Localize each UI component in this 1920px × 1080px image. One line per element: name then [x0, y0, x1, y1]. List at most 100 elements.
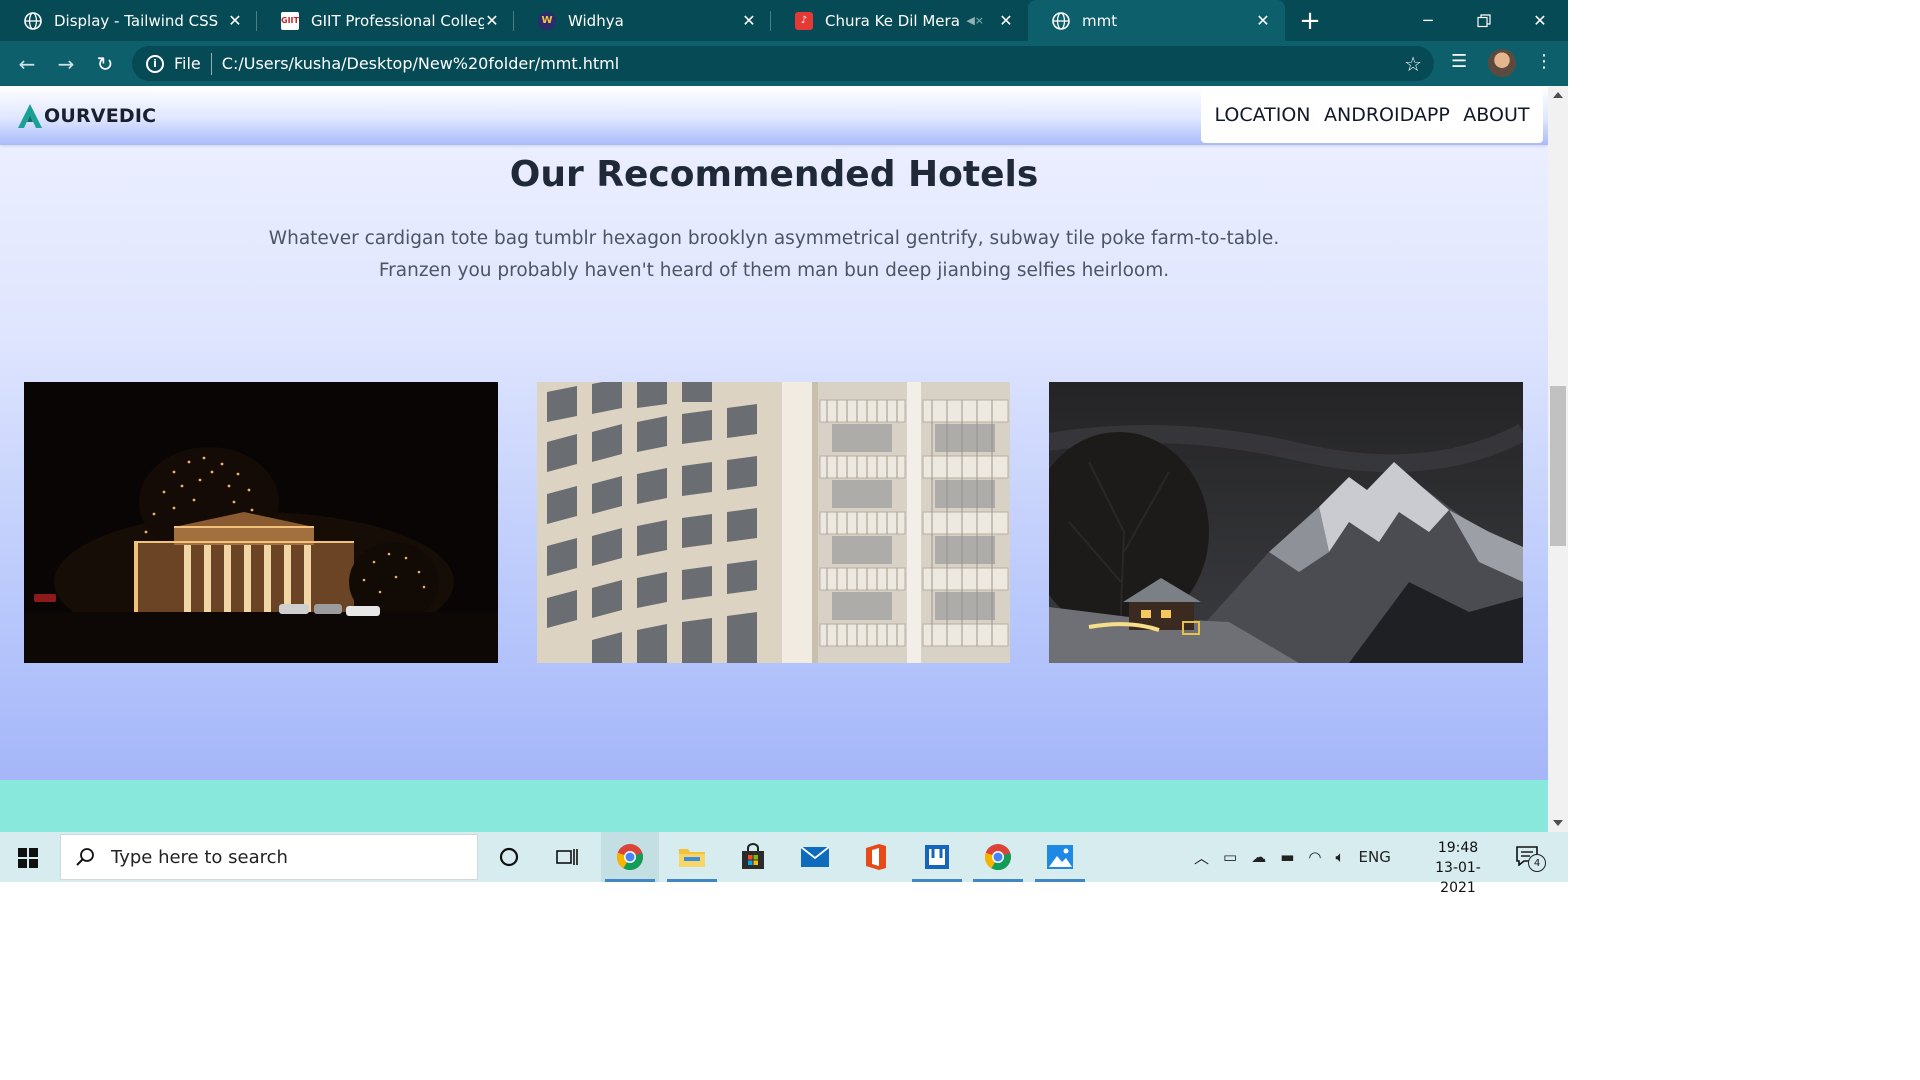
search-icon — [76, 848, 94, 866]
taskbar-app-terminal[interactable] — [908, 832, 966, 882]
reload-icon: ↻ — [96, 52, 114, 76]
description-line: Franzen you probably haven't heard of th… — [378, 260, 1170, 281]
info-icon[interactable]: i — [146, 54, 164, 73]
chevron-up-icon[interactable]: ︿ — [1194, 847, 1209, 868]
photos-icon — [1047, 845, 1073, 869]
task-view-button[interactable] — [538, 832, 596, 882]
brand[interactable]: OURVEDIC — [17, 103, 156, 129]
taskbar-app-photos[interactable] — [1031, 832, 1089, 882]
chrome-icon — [616, 844, 643, 871]
plus-icon: + — [1299, 5, 1321, 36]
taskbar-app-mail[interactable] — [786, 832, 844, 882]
terminal-icon — [925, 845, 949, 869]
speaker-icon[interactable]: 🔈︎ — [1335, 848, 1344, 866]
avatar[interactable] — [1488, 49, 1516, 77]
clock-time: 19:48 — [1437, 840, 1479, 856]
office-icon — [866, 844, 886, 870]
close-icon[interactable]: ✕ — [1255, 11, 1271, 30]
scroll-down-icon[interactable] — [1553, 820, 1563, 826]
close-icon[interactable]: ✕ — [227, 11, 243, 30]
taskbar-app-chrome[interactable] — [601, 832, 659, 882]
forward-button[interactable]: → — [51, 49, 81, 79]
hotel-card[interactable] — [1049, 382, 1523, 663]
taskbar-app-office[interactable] — [847, 832, 905, 882]
browser-tab[interactable]: W Widhya ✕ — [514, 0, 771, 41]
hotel-image-palace — [24, 382, 498, 663]
close-icon[interactable]: ✕ — [741, 11, 757, 30]
close-window-button[interactable]: ✕ — [1512, 0, 1568, 41]
hotel-card[interactable] — [24, 382, 498, 663]
new-tab-button[interactable]: + — [1285, 0, 1335, 41]
reload-button[interactable]: ↻ — [90, 49, 120, 79]
back-button[interactable]: ← — [12, 49, 42, 79]
globe-icon — [1052, 11, 1070, 30]
music-icon: ♪ — [795, 11, 813, 30]
page-viewport: OURVEDIC LOCATION ANDROIDAPP ABOUT Our R… — [0, 86, 1548, 832]
taskbar-app-store[interactable] — [724, 832, 782, 882]
tab-title: mmt — [1082, 11, 1118, 30]
onedrive-icon[interactable]: ☁ — [1251, 848, 1266, 866]
windows-taskbar: ︿ ▭ ☁ ▬ ◠ 🔈︎ ENG 19:48 13-01-2021 4 — [0, 832, 1568, 896]
taskbar-search[interactable] — [60, 834, 478, 880]
close-icon: ✕ — [1533, 11, 1547, 30]
chrome-icon — [984, 844, 1011, 871]
address-bar[interactable]: i File C:/Users/kusha/Desktop/New%20fold… — [132, 46, 1434, 81]
browser-tab[interactable]: Display - Tailwind CSS ✕ — [0, 0, 257, 41]
task-view-icon — [556, 849, 578, 865]
scheme-label: File — [174, 54, 201, 73]
language-indicator[interactable]: ENG — [1359, 848, 1391, 866]
hotel-image-facade — [537, 382, 1010, 663]
bookmark-star-icon[interactable]: ☆ — [1404, 52, 1422, 76]
section-title: Our Recommended Hotels — [509, 154, 1039, 195]
footer-band — [0, 780, 1548, 832]
restore-button[interactable] — [1456, 0, 1512, 41]
hotel-card[interactable] — [537, 382, 1010, 663]
close-icon[interactable]: ✕ — [998, 11, 1014, 30]
globe-icon — [24, 11, 42, 30]
hotel-image-mountain — [1049, 382, 1523, 663]
minimize-button[interactable]: ─ — [1400, 0, 1456, 41]
cortana-icon — [499, 847, 519, 867]
tab-title: GIIT Professional College — [311, 11, 484, 30]
battery-icon[interactable]: ▬ — [1280, 848, 1294, 866]
browser-toolbar: ← → ↻ i File C:/Users/kusha/Desktop/New%… — [0, 41, 1568, 86]
taskbar-app-file-explorer[interactable] — [663, 832, 721, 882]
close-icon[interactable]: ✕ — [484, 11, 500, 30]
notification-badge: 4 — [1528, 854, 1546, 872]
scroll-up-icon[interactable] — [1553, 92, 1563, 98]
browser-tab-strip: Display - Tailwind CSS ✕ GIIT GIIT Profe… — [0, 0, 1568, 41]
tab-title: Widhya — [568, 11, 624, 30]
meet-now-icon[interactable]: ▭ — [1223, 848, 1237, 866]
search-input[interactable] — [109, 845, 453, 869]
browser-tab[interactable]: GIIT GIIT Professional College ✕ — [257, 0, 514, 41]
windows-start-icon[interactable] — [18, 848, 38, 868]
taskbar-app-chrome-2[interactable] — [969, 832, 1027, 882]
nav-link-androidapp[interactable]: ANDROIDAPP — [1324, 104, 1450, 126]
mail-icon — [800, 846, 830, 867]
arrow-left-icon: ← — [18, 52, 36, 76]
cortana-button[interactable] — [480, 832, 538, 882]
nav-link-location[interactable]: LOCATION — [1214, 104, 1310, 126]
clock-date: 13-01-2021 — [1435, 860, 1481, 896]
taskbar-clock[interactable]: 19:48 13-01-2021 — [1418, 838, 1498, 898]
widhya-logo-icon: W — [538, 11, 556, 30]
nav-link-about[interactable]: ABOUT — [1463, 104, 1529, 126]
tab-title: Chura Ke Dil Mera — [825, 11, 960, 30]
url-text[interactable]: C:/Users/kusha/Desktop/New%20folder/mmt.… — [222, 54, 619, 73]
system-tray: ︿ ▭ ☁ ▬ ◠ 🔈︎ ENG — [1194, 832, 1391, 882]
media-queue-icon[interactable]: ☰ — [1451, 51, 1467, 72]
browser-tab[interactable]: ♪ Chura Ke Dil Mera ◀× ✕ — [771, 0, 1028, 41]
speaker-muted-icon[interactable]: ◀× — [966, 14, 984, 27]
wifi-icon[interactable]: ◠ — [1308, 848, 1321, 866]
notification-center-button[interactable]: 4 — [1516, 846, 1546, 872]
section-description: Whatever cardigan tote bag tumblr hexago… — [0, 223, 1548, 287]
arrow-right-icon: → — [57, 52, 75, 76]
brand-logo-icon — [18, 104, 42, 128]
main-nav: LOCATION ANDROIDAPP ABOUT — [1201, 86, 1543, 143]
scrollbar-thumb[interactable] — [1550, 386, 1566, 546]
file-explorer-icon — [679, 849, 705, 867]
tab-title: Display - Tailwind CSS — [54, 11, 219, 30]
browser-tab-active[interactable]: mmt ✕ — [1028, 0, 1285, 41]
page-scrollbar[interactable] — [1548, 86, 1568, 832]
menu-dots-icon[interactable]: ⋮ — [1535, 51, 1553, 72]
